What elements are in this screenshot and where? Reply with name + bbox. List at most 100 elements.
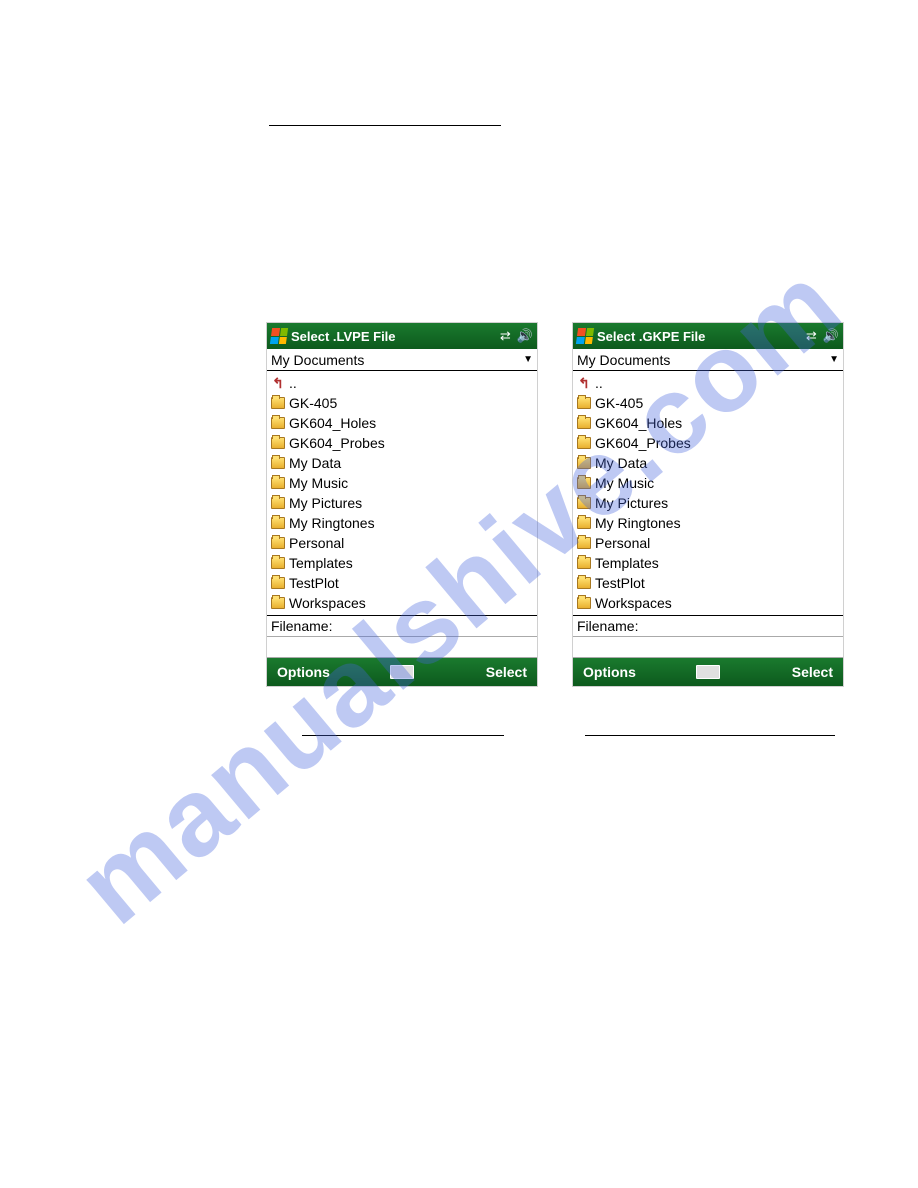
select-button[interactable]: Select: [414, 664, 527, 680]
folder-icon: [271, 577, 285, 589]
folder-label: GK604_Holes: [289, 413, 376, 433]
chevron-down-icon: ▼: [829, 354, 839, 365]
up-arrow-icon: ↰: [271, 373, 285, 393]
device-screenshot-right: Select .GKPE File ⇄ 🔊 My Documents ▼ ↰ .…: [572, 322, 844, 687]
location-dropdown[interactable]: My Documents ▼: [267, 349, 537, 371]
folder-label: GK604_Probes: [289, 433, 385, 453]
folder-row[interactable]: Templates: [271, 553, 533, 573]
filename-input[interactable]: [573, 636, 843, 658]
folder-row[interactable]: TestPlot: [271, 573, 533, 593]
file-list-left[interactable]: ↰ .. GK-405GK604_HolesGK604_ProbesMy Dat…: [267, 371, 537, 615]
folder-icon: [577, 477, 591, 489]
speaker-icon: 🔊: [823, 328, 839, 344]
connectivity-icon: ⇄: [500, 328, 511, 344]
folder-row[interactable]: My Music: [577, 473, 839, 493]
folder-row[interactable]: Workspaces: [577, 593, 839, 613]
filename-input[interactable]: [267, 636, 537, 658]
speaker-icon: 🔊: [517, 328, 533, 344]
dropdown-text: My Documents: [577, 352, 670, 368]
bottombar-right: Options Select: [573, 658, 843, 686]
folder-row[interactable]: My Pictures: [577, 493, 839, 513]
folder-label: Templates: [595, 553, 659, 573]
up-directory-row[interactable]: ↰ ..: [271, 373, 533, 393]
folder-label: My Music: [595, 473, 654, 493]
options-button[interactable]: Options: [583, 664, 696, 680]
up-label: ..: [595, 373, 603, 393]
folder-icon: [577, 537, 591, 549]
folder-row[interactable]: GK-405: [577, 393, 839, 413]
windows-logo-icon: [576, 328, 594, 344]
folder-icon: [271, 557, 285, 569]
folder-icon: [577, 457, 591, 469]
dropdown-text: My Documents: [271, 352, 364, 368]
folder-label: Personal: [595, 533, 650, 553]
folder-icon: [271, 437, 285, 449]
figure-caption-underline-left: [302, 735, 504, 736]
folder-label: Personal: [289, 533, 344, 553]
folder-row[interactable]: Templates: [577, 553, 839, 573]
up-arrow-icon: ↰: [577, 373, 591, 393]
folder-label: My Music: [289, 473, 348, 493]
folder-row[interactable]: My Data: [271, 453, 533, 473]
folder-row[interactable]: My Music: [271, 473, 533, 493]
folder-row[interactable]: Workspaces: [271, 593, 533, 613]
folder-icon: [577, 417, 591, 429]
folder-icon: [271, 597, 285, 609]
folder-row[interactable]: TestPlot: [577, 573, 839, 593]
folder-label: My Ringtones: [289, 513, 375, 533]
folder-label: Templates: [289, 553, 353, 573]
screenshot-pair: Select .LVPE File ⇄ 🔊 My Documents ▼ ↰ .…: [266, 322, 844, 687]
window-title: Select .GKPE File: [597, 329, 802, 344]
file-list-right[interactable]: ↰ .. GK-405GK604_HolesGK604_ProbesMy Dat…: [573, 371, 843, 615]
folder-label: TestPlot: [289, 573, 339, 593]
folder-label: GK-405: [595, 393, 643, 413]
folder-row[interactable]: My Pictures: [271, 493, 533, 513]
titlebar-status-icons: ⇄ 🔊: [500, 328, 533, 344]
folder-row[interactable]: GK604_Holes: [577, 413, 839, 433]
keyboard-icon[interactable]: [390, 665, 414, 679]
titlebar-left: Select .LVPE File ⇄ 🔊: [267, 323, 537, 349]
figure-caption-underline-top: [269, 125, 501, 126]
folder-row[interactable]: GK604_Probes: [271, 433, 533, 453]
select-button[interactable]: Select: [720, 664, 833, 680]
folder-icon: [271, 517, 285, 529]
folder-row[interactable]: My Data: [577, 453, 839, 473]
folder-row[interactable]: GK604_Holes: [271, 413, 533, 433]
folder-rows-left: GK-405GK604_HolesGK604_ProbesMy DataMy M…: [271, 393, 533, 613]
folder-icon: [577, 437, 591, 449]
folder-row[interactable]: My Ringtones: [577, 513, 839, 533]
folder-label: Workspaces: [289, 593, 366, 613]
folder-icon: [271, 497, 285, 509]
folder-label: My Pictures: [289, 493, 362, 513]
folder-row[interactable]: GK604_Probes: [577, 433, 839, 453]
up-directory-row[interactable]: ↰ ..: [577, 373, 839, 393]
folder-icon: [577, 497, 591, 509]
windows-logo-icon: [270, 328, 288, 344]
folder-label: Workspaces: [595, 593, 672, 613]
folder-label: My Pictures: [595, 493, 668, 513]
folder-label: GK-405: [289, 393, 337, 413]
connectivity-icon: ⇄: [806, 328, 817, 344]
folder-row[interactable]: Personal: [271, 533, 533, 553]
chevron-down-icon: ▼: [523, 354, 533, 365]
folder-row[interactable]: Personal: [577, 533, 839, 553]
titlebar-status-icons: ⇄ 🔊: [806, 328, 839, 344]
window-title: Select .LVPE File: [291, 329, 496, 344]
up-label: ..: [289, 373, 297, 393]
folder-label: GK604_Holes: [595, 413, 682, 433]
filename-label: Filename:: [267, 615, 537, 636]
folder-row[interactable]: My Ringtones: [271, 513, 533, 533]
device-screenshot-left: Select .LVPE File ⇄ 🔊 My Documents ▼ ↰ .…: [266, 322, 538, 687]
folder-icon: [271, 417, 285, 429]
folder-label: My Data: [595, 453, 647, 473]
folder-label: My Data: [289, 453, 341, 473]
folder-row[interactable]: GK-405: [271, 393, 533, 413]
figure-caption-underline-right: [585, 735, 835, 736]
folder-icon: [577, 517, 591, 529]
folder-icon: [271, 477, 285, 489]
location-dropdown[interactable]: My Documents ▼: [573, 349, 843, 371]
folder-label: GK604_Probes: [595, 433, 691, 453]
filename-label: Filename:: [573, 615, 843, 636]
options-button[interactable]: Options: [277, 664, 390, 680]
keyboard-icon[interactable]: [696, 665, 720, 679]
